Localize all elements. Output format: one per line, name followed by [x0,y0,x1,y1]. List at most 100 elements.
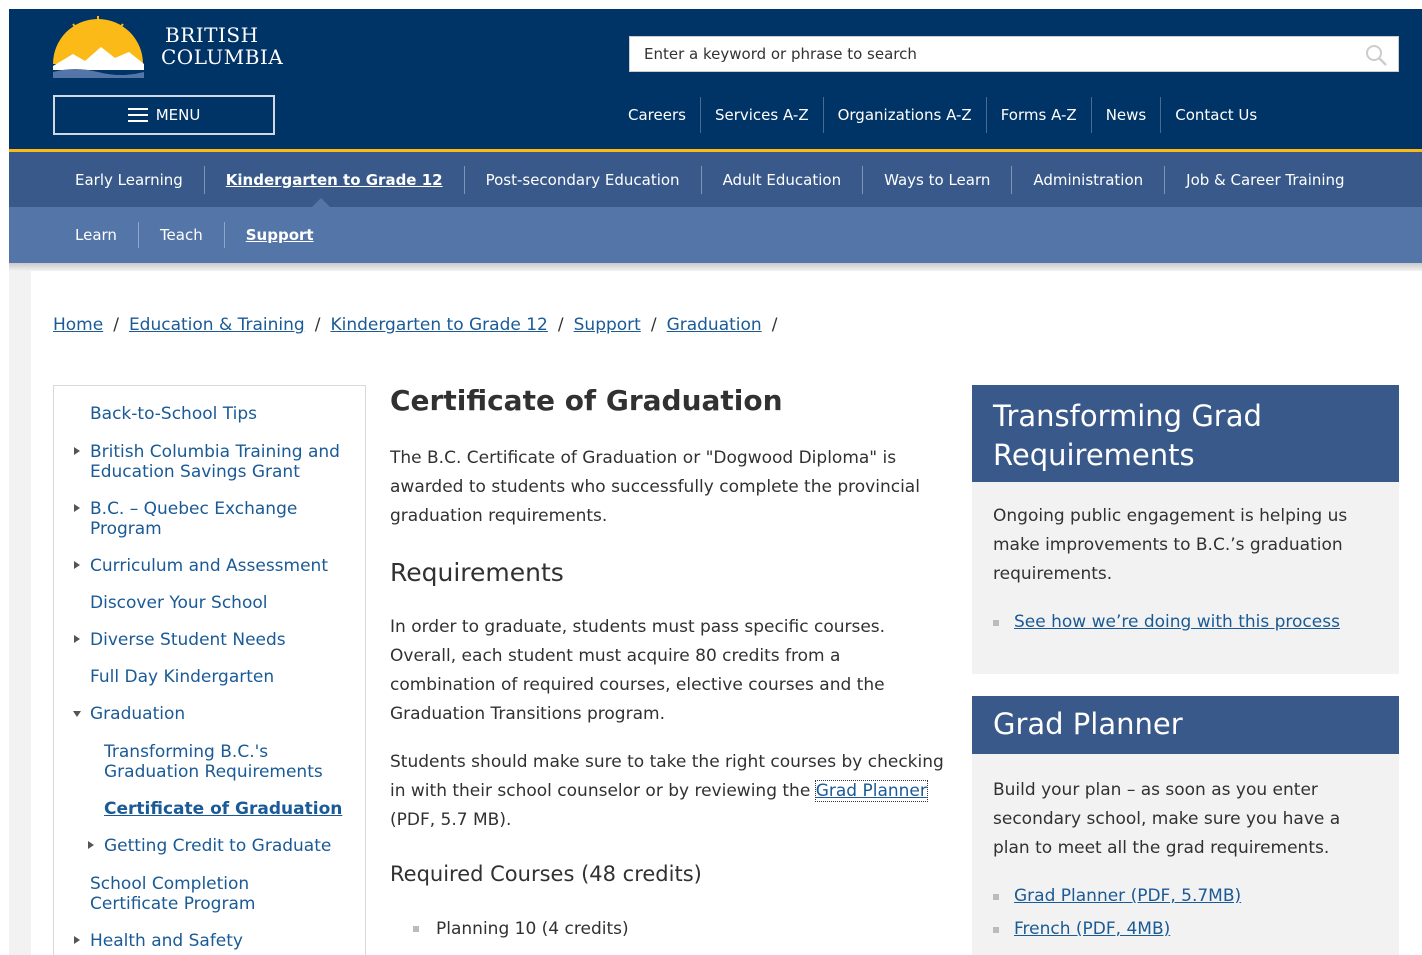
subnav-learn[interactable]: Learn [54,222,138,248]
side-box-text: Build your plan – as soon as you enter s… [993,780,1341,858]
course-list-item: Planning 10 (4 credits) [413,915,629,944]
sidebar-item-school-completion[interactable]: School Completion Certificate Program [90,874,340,914]
search-input[interactable] [630,37,1350,71]
sidebar-item-full-day-k[interactable]: Full Day Kindergarten [90,667,274,687]
expand-arrow-icon[interactable] [74,561,80,569]
sidebar-subitem-getting-credit[interactable]: Getting Credit to Graduate [88,836,331,856]
sun-mountain-icon [53,16,144,78]
sidebar-subitem-transforming[interactable]: Transforming B.C.'s Graduation Requireme… [104,742,334,782]
top-links: Careers Services A-Z Organizations A-Z F… [614,97,1271,133]
side-box-grad-planner: Grad Planner Build your plan – as soon a… [972,696,1399,955]
nav-administration[interactable]: Administration [1011,165,1164,194]
sidebar-item-back-to-school[interactable]: Back-to-School Tips [90,404,257,424]
logo-line-1: BRITISH [165,23,259,47]
nav-k12[interactable]: Kindergarten to Grade 12 [203,165,464,194]
logo-wordmark: BRITISH COLUMBIA [161,24,283,68]
nav-early-learning[interactable]: Early Learning [54,166,204,194]
bullet-icon [413,926,419,932]
subnav-support[interactable]: Support [223,222,335,248]
students-text-end: (PDF, 5.7 MB). [390,810,512,830]
breadcrumb-support[interactable]: Support [574,315,641,335]
requirements-heading: Requirements [390,558,564,587]
secondary-nav: Learn Teach Support [9,207,1422,263]
logo-line-2: COLUMBIA [161,45,284,69]
side-box-link-item: Grad Planner (PDF, 5.7MB) [993,882,1378,911]
expand-arrow-icon[interactable] [74,635,80,643]
bullet-icon [993,927,999,933]
bc-logo[interactable]: BRITISH COLUMBIA [51,14,283,78]
grad-planner-pdf-link[interactable]: Grad Planner (PDF, 5.7MB) [1014,886,1241,906]
requirements-paragraph: In order to graduate, students must pass… [390,617,886,724]
hamburger-icon [127,108,148,122]
sidebar-item-label[interactable]: Getting Credit to Graduate [104,836,331,856]
required-courses-heading: Required Courses (48 credits) [390,862,702,886]
primary-nav: Early Learning Kindergarten to Grade 12 … [9,152,1422,207]
expand-arrow-icon[interactable] [88,841,94,849]
top-link-news[interactable]: News [1090,97,1161,133]
sidebar-item-discover-school[interactable]: Discover Your School [90,593,267,613]
sidebar-item-label[interactable]: B.C. – Quebec Exchange Program [90,499,297,539]
active-nav-indicator [312,198,330,207]
sidebar-subitem-certificate[interactable]: Certificate of Graduation [104,799,342,819]
subnav-teach[interactable]: Teach [137,222,224,248]
breadcrumb-graduation[interactable]: Graduation [667,315,762,335]
nav-ways-to-learn[interactable]: Ways to Learn [862,165,1011,194]
expand-arrow-icon[interactable] [74,447,80,455]
sidebar-item-label[interactable]: Curriculum and Assessment [90,556,328,576]
nav-job-career[interactable]: Job & Career Training [1164,165,1365,194]
course-label: Planning 10 (4 credits) [436,919,629,939]
expand-arrow-icon[interactable] [74,936,80,944]
side-box-body: Ongoing public engagement is helping us … [972,482,1399,674]
intro-paragraph: The B.C. Certificate of Graduation or "D… [390,448,920,526]
sidebar-item-label[interactable]: Health and Safety [90,931,243,951]
top-link-services[interactable]: Services A-Z [699,97,823,133]
sidebar-item-label[interactable]: School Completion Certificate Program [90,874,255,914]
breadcrumb-k12[interactable]: Kindergarten to Grade 12 [330,315,547,335]
site-header: BRITISH COLUMBIA MENU Careers Services A… [9,9,1422,149]
sidebar-item-curriculum[interactable]: Curriculum and Assessment [74,556,328,576]
french-pdf-link[interactable]: French (PDF, 4MB) [1014,919,1170,939]
sidebar-item-label[interactable]: Certificate of Graduation [104,799,342,819]
page-title: Certificate of Graduation [390,384,783,417]
page-frame: BRITISH COLUMBIA MENU Careers Services A… [9,9,1422,955]
sidebar-item-health-safety[interactable]: Health and Safety [74,931,243,951]
sidebar-item-label[interactable]: Back-to-School Tips [90,404,257,424]
breadcrumb-home[interactable]: Home [53,315,103,335]
collapse-arrow-icon[interactable] [73,711,81,717]
content-area: Home / Education & Training / Kindergarten t… [31,271,1422,955]
sidebar-item-diverse-needs[interactable]: Diverse Student Needs [74,630,286,650]
sidebar-nav: Back-to-School Tips British Columbia Tra… [53,385,366,955]
bullet-icon [993,620,999,626]
search-icon[interactable] [1364,43,1388,67]
side-box-title: Grad Planner [972,696,1399,754]
sidebar-item-label[interactable]: Transforming B.C.'s Graduation Requireme… [104,742,323,782]
sidebar-item-label[interactable]: Discover Your School [90,593,267,613]
side-box-title: Transforming Grad Requirements [972,385,1399,482]
top-link-contact[interactable]: Contact Us [1160,97,1271,133]
sidebar-item-training-grant[interactable]: British Columbia Training and Education … [74,442,340,482]
top-link-careers[interactable]: Careers [614,97,700,133]
grad-planner-link[interactable]: Grad Planner [814,780,928,802]
search-box [629,36,1399,72]
top-link-forms[interactable]: Forms A-Z [985,97,1091,133]
sidebar-item-label[interactable]: Diverse Student Needs [90,630,286,650]
nav-adult-education[interactable]: Adult Education [700,165,863,194]
bullet-icon [993,894,999,900]
students-paragraph: Students should make sure to take the ri… [390,748,945,835]
sidebar-item-quebec-exchange[interactable]: B.C. – Quebec Exchange Program [74,499,310,539]
side-box-link-item: French (PDF, 4MB) [993,915,1378,944]
breadcrumb-education[interactable]: Education & Training [129,315,305,335]
nav-post-secondary[interactable]: Post-secondary Education [463,165,701,194]
sidebar-item-label[interactable]: British Columbia Training and Education … [90,442,340,482]
side-box-transforming: Transforming Grad Requirements Ongoing p… [972,385,1399,674]
top-link-organizations[interactable]: Organizations A-Z [822,97,986,133]
side-box-text: Ongoing public engagement is helping us … [993,506,1348,584]
see-progress-link[interactable]: See how we’re doing with this process [1014,612,1340,632]
side-box-body: Build your plan – as soon as you enter s… [972,754,1399,955]
sidebar-item-label[interactable]: Graduation [90,704,185,724]
menu-label: MENU [155,106,201,124]
sidebar-item-label[interactable]: Full Day Kindergarten [90,667,274,687]
sidebar-item-graduation[interactable]: Graduation [73,704,185,724]
expand-arrow-icon[interactable] [74,504,80,512]
menu-button[interactable]: MENU [53,95,275,135]
